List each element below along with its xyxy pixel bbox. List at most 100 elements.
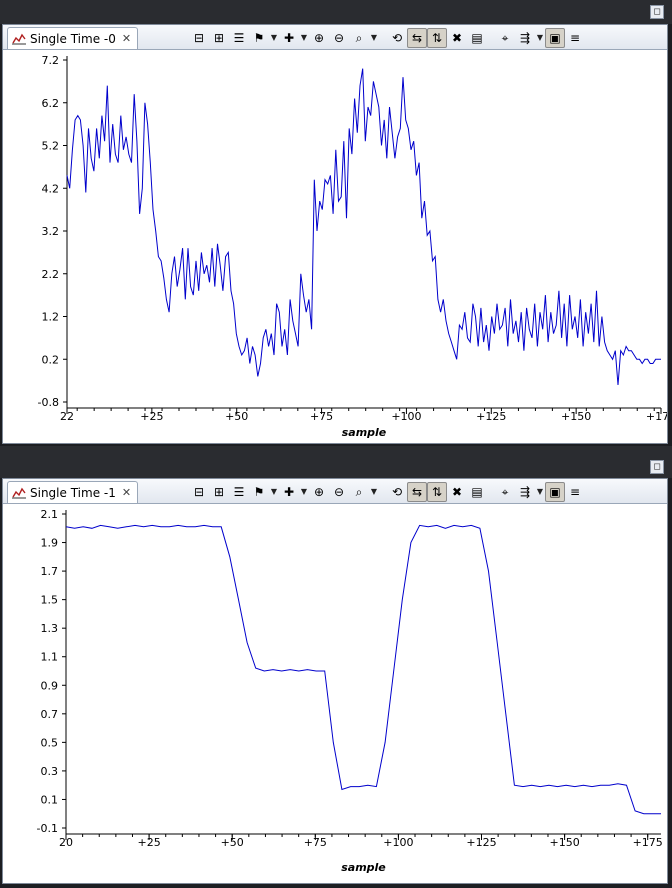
toolbar-separator [379,482,387,502]
x-tick-label: +75 [304,836,327,849]
dropdown-arrow-icon[interactable]: ▼ [299,28,309,48]
tab-single-time-1[interactable]: Single Time -1 ✕ [7,481,139,503]
close-icon[interactable]: ✕ [122,32,131,45]
y-tick-label: -0.1 [37,822,58,835]
align-left-icon[interactable]: ⊟ [189,482,209,502]
x-tick-label: +125 [466,836,496,849]
marker-icon[interactable]: ⚑ [249,28,269,48]
remove-icon[interactable]: ✖ [447,482,467,502]
tab-bar: Single Time -1 ✕ ⊟ ⊞ ☰ ⚑ ▼ ✚ ▼ ⊕ ⊖ ⌕ ▼ ⟲ ⇆ ⇅ ✖ ▤ ⌖ ⇶ ▼ ▣ ≡ [3,479,667,504]
y-tick-label: -0.8 [38,396,59,409]
zoom-out-icon[interactable]: ⊖ [329,482,349,502]
x-tick-label: +100 [383,836,413,849]
lock-icon[interactable]: ▣ [545,482,565,502]
y-tick-label: 1.7 [41,565,59,578]
tab-title: Single Time -0 [30,31,116,46]
sync-icon[interactable]: ⟲ [387,28,407,48]
zoom-fit-icon[interactable]: ⌕ [349,482,369,502]
y-tick-label: 1.1 [41,651,59,664]
x-tick-label: +50 [225,410,248,423]
panel-single-time-1: Single Time -1 ✕ ⊟ ⊞ ☰ ⚑ ▼ ✚ ▼ ⊕ ⊖ ⌕ ▼ ⟲ ⇆ ⇅ ✖ ▤ ⌖ ⇶ ▼ ▣ ≡ 2… [2,478,668,884]
zoom-out-icon[interactable]: ⊖ [329,28,349,48]
tab-single-time-0[interactable]: Single Time -0 ✕ [7,27,139,49]
dropdown-arrow-icon[interactable]: ▼ [369,28,379,48]
line-chart: 7.2 6.2 5.2 4.2 3.2 2.2 1.2 0.2 -0.822 +25 +50 +75 +… [38,54,667,439]
x-tick-label: +175 [646,410,667,423]
sync-horizontal-icon[interactable]: ⇆ [407,482,427,502]
y-tick-label: 4.2 [42,182,60,195]
sync-vertical-icon[interactable]: ⇅ [427,482,447,502]
y-tick-label: 6.2 [42,97,60,110]
marker-icon[interactable]: ⚑ [249,482,269,502]
y-tick-label: 0.9 [41,679,59,692]
y-tick-label: 2.1 [41,508,59,521]
lock-icon[interactable]: ▣ [545,28,565,48]
find-icon[interactable]: ⌖ [495,482,515,502]
x-tick-label: +150 [561,410,591,423]
dropdown-arrow-icon[interactable]: ▼ [535,482,545,502]
zoom-in-icon[interactable]: ⊕ [309,482,329,502]
zoom-in-icon[interactable]: ⊕ [309,28,329,48]
x-tick-label: +25 [140,410,163,423]
route-icon[interactable]: ⇶ [515,28,535,48]
y-tick-label: 1.3 [41,622,59,635]
remove-icon[interactable]: ✖ [447,28,467,48]
y-tick-label: 5.2 [42,140,60,153]
y-tick-label: 0.7 [41,708,59,721]
y-tick-label: 7.2 [42,54,60,67]
maximize-icon[interactable]: ◻ [650,5,664,19]
dropdown-arrow-icon[interactable]: ▼ [269,482,279,502]
y-tick-label: 0.3 [41,765,59,778]
toolbar: ⊟ ⊞ ☰ ⚑ ▼ ✚ ▼ ⊕ ⊖ ⌕ ▼ ⟲ ⇆ ⇅ ✖ ▤ ⌖ ⇶ ▼ ▣ ≡ [189,482,585,502]
add-signal-icon[interactable]: ✚ [279,28,299,48]
x-tick-label: +100 [391,410,421,423]
series-line [66,68,661,385]
tab-title: Single Time -1 [30,485,116,500]
tab-bar: Single Time -0 ✕ ⊟ ⊞ ☰ ⚑ ▼ ✚ ▼ ⊕ ⊖ ⌕ ▼ ⟲ ⇆ ⇅ ✖ ▤ ⌖ ⇶ ▼ ▣ ≡ [3,25,667,50]
chart-icon [12,487,26,498]
properties-icon[interactable]: ▤ [467,28,487,48]
chart-icon [12,33,26,44]
toolbar-separator [487,28,495,48]
y-tick-label: 1.9 [41,537,59,550]
sync-vertical-icon[interactable]: ⇅ [427,28,447,48]
properties-icon[interactable]: ▤ [467,482,487,502]
y-tick-label: 1.2 [42,311,60,324]
find-icon[interactable]: ⌖ [495,28,515,48]
y-tick-label: 1.5 [41,594,59,607]
align-right-icon[interactable]: ☰ [229,482,249,502]
dropdown-arrow-icon[interactable]: ▼ [299,482,309,502]
zoom-fit-icon[interactable]: ⌕ [349,28,369,48]
x-axis-label: sample [341,861,386,874]
menu-icon[interactable]: ≡ [565,482,585,502]
maximize-icon-2[interactable]: ◻ [650,460,664,474]
sync-icon[interactable]: ⟲ [387,482,407,502]
x-tick-label: +175 [633,836,663,849]
toolbar-separator [379,28,387,48]
route-icon[interactable]: ⇶ [515,482,535,502]
x-tick-label: +125 [476,410,506,423]
y-tick-label: 3.2 [42,225,60,238]
toolbar: ⊟ ⊞ ☰ ⚑ ▼ ✚ ▼ ⊕ ⊖ ⌕ ▼ ⟲ ⇆ ⇅ ✖ ▤ ⌖ ⇶ ▼ ▣ ≡ [189,28,585,48]
line-chart: 2.1 1.9 1.7 1.5 1.3 1.1 0.9 0.7 0.5 0.3 0.1 -0.120 +… [37,508,663,874]
align-center-icon[interactable]: ⊞ [209,482,229,502]
close-icon[interactable]: ✕ [122,486,131,499]
add-signal-icon[interactable]: ✚ [279,482,299,502]
x-tick-label: +75 [310,410,333,423]
x-axis-label: sample [342,426,387,439]
window-header-strip [0,0,672,24]
align-right-icon[interactable]: ☰ [229,28,249,48]
x-tick-label: 22 [60,410,74,423]
dropdown-arrow-icon[interactable]: ▼ [535,28,545,48]
x-tick-label: +25 [137,836,160,849]
dropdown-arrow-icon[interactable]: ▼ [369,482,379,502]
dropdown-arrow-icon[interactable]: ▼ [269,28,279,48]
x-tick-label: 20 [59,836,73,849]
sync-horizontal-icon[interactable]: ⇆ [407,28,427,48]
align-center-icon[interactable]: ⊞ [209,28,229,48]
align-left-icon[interactable]: ⊟ [189,28,209,48]
window-header-strip-2 [0,446,672,478]
y-tick-label: 0.5 [41,736,59,749]
toolbar-separator [487,482,495,502]
menu-icon[interactable]: ≡ [565,28,585,48]
